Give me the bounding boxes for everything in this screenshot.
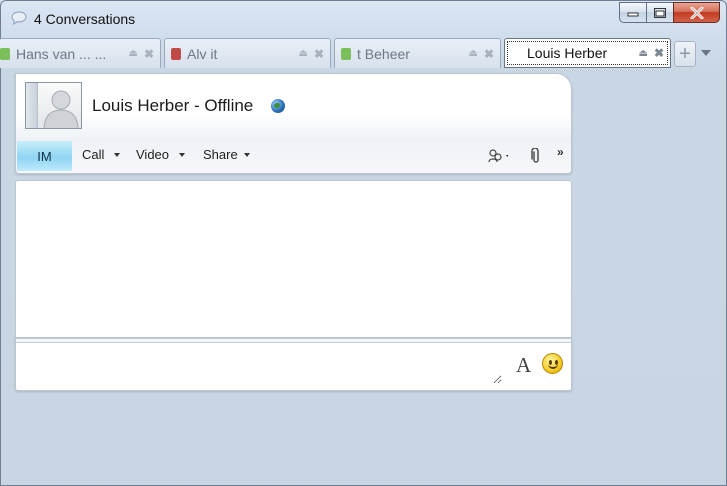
people-options-button[interactable] [488,149,509,163]
tab-detach-icon[interactable]: ⏏ [638,48,647,59]
presence-indicator [171,47,181,60]
default-avatar-icon [43,90,79,128]
tab-label: Alv it [187,45,218,62]
smiley-icon[interactable] [542,353,563,374]
title-bar[interactable]: 4 Conversations [1,1,726,37]
caption-buttons [619,2,720,23]
tab-detach-icon[interactable]: ⏏ [128,48,137,59]
people-icon [488,149,509,163]
new-tab-button[interactable]: + [674,41,696,67]
chevron-down-icon [114,152,121,157]
compose-splitter[interactable] [16,338,571,343]
minimize-button[interactable] [619,2,646,23]
video-button[interactable]: Video [136,147,186,162]
im-button[interactable]: IM [17,141,72,171]
close-icon [690,6,703,19]
toolbar-overflow-button[interactable]: » [557,145,564,159]
compose-area: A [15,337,572,391]
close-button[interactable] [673,2,720,23]
tab-conversation-1[interactable]: Hans van ... ... ⏏ ✖ [0,38,161,68]
message-input[interactable] [22,348,502,384]
chevron-down-icon[interactable] [701,50,711,56]
attach-file-button[interactable] [530,147,542,164]
chevron-down-icon [179,152,186,157]
maximize-button[interactable] [646,2,673,23]
conversation-tabs: Hans van ... ... ⏏ ✖ Alv it ⏏ ✖ t Beheer… [0,38,726,68]
im-label: IM [37,148,52,164]
window-title: 4 Conversations [34,11,136,27]
tab-close-icon[interactable]: ✖ [314,47,324,61]
presence-indicator [341,47,351,60]
contact-header: Louis Herber - Offline IM Call Video Sha… [15,73,572,174]
conversation-window: 4 Conversations Hans van ... ... ⏏ ✖ Alv… [0,0,727,486]
tab-label: Hans van ... ... [16,45,107,62]
tab-conversation-2[interactable]: Alv it ⏏ ✖ [164,38,331,68]
share-label: Share [203,147,238,162]
tab-close-icon[interactable]: ✖ [654,46,664,60]
tab-detach-icon[interactable]: ⏏ [298,48,307,59]
contact-name-status: Louis Herber - Offline [92,96,254,115]
tab-close-icon[interactable]: ✖ [484,47,494,61]
tab-detach-icon[interactable]: ⏏ [468,48,477,59]
presence-indicator [0,47,10,60]
font-icon[interactable]: A [516,353,531,378]
call-button[interactable]: Call [82,147,121,162]
maximize-icon [654,7,666,18]
call-label: Call [82,147,105,162]
paperclip-icon [531,147,539,163]
tab-conversation-3[interactable]: t Beheer ⏏ ✖ [334,38,501,68]
share-button[interactable]: Share [203,147,250,162]
globe-icon [271,99,285,113]
tab-conversation-active[interactable]: Louis Herber ⏏ ✖ [504,38,671,68]
plus-icon: + [679,43,691,65]
tab-close-icon[interactable]: ✖ [144,47,154,61]
conversation-history[interactable] [15,180,572,340]
conversation-toolbar: IM Call Video Share » [16,141,571,172]
video-label: Video [136,147,170,162]
speech-bubble-icon [11,11,27,25]
avatar[interactable] [25,82,82,129]
chevron-down-icon [243,152,250,157]
minimize-icon [627,12,639,16]
tab-label: t Beheer [357,45,410,62]
tab-label: Louis Herber [527,45,608,61]
